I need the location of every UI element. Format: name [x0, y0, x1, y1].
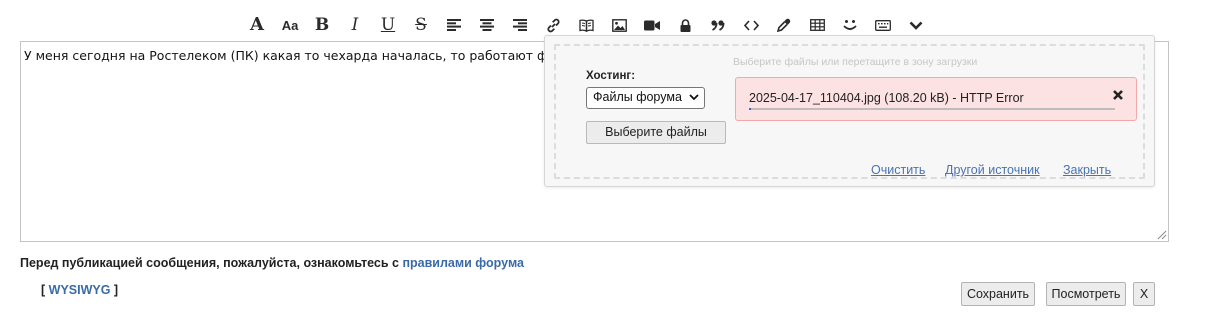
chevron-down-icon [689, 94, 699, 101]
hosting-label: Хостинг: [586, 70, 636, 82]
upload-progress-fill [749, 108, 751, 110]
rules-notice-text: Перед публикацией сообщения, пожалуйста,… [20, 256, 403, 270]
font-family-label: A [250, 14, 264, 35]
upload-file-name: 2025-04-17_110404.jpg (108.20 kB) - HTTP… [749, 91, 1024, 105]
message-text: У меня сегодня на Ростелеком (ПК) какая … [24, 48, 602, 63]
wysiwyg-link[interactable]: WYSIWYG [49, 283, 111, 297]
hosting-select[interactable]: Файлы форума [586, 87, 705, 109]
preview-button[interactable]: Посмотреть [1046, 282, 1126, 306]
italic-button[interactable]: I [344, 12, 366, 38]
bold-label: B [314, 14, 330, 35]
font-size-button[interactable]: Aa [279, 12, 301, 38]
align-left-icon[interactable] [443, 12, 465, 38]
underline-label: U [380, 14, 396, 35]
close-upload-link[interactable]: Закрыть [1063, 163, 1111, 177]
bold-button[interactable]: B [311, 12, 333, 38]
clear-link[interactable]: Очистить [871, 163, 925, 177]
wysiwyg-toggle: [ WYSIWYG ] [41, 283, 118, 297]
italic-label: I [351, 14, 359, 35]
choose-files-button[interactable]: Выберите файлы [586, 121, 726, 144]
remove-file-icon[interactable] [1111, 88, 1125, 102]
upload-dropzone[interactable]: Выберите файлы или перетащите в зону заг… [554, 44, 1145, 179]
close-button[interactable]: X [1133, 282, 1155, 306]
strikethrough-label: S [415, 14, 427, 35]
strikethrough-button[interactable]: S [410, 12, 432, 38]
upload-file-item: 2025-04-17_110404.jpg (108.20 kB) - HTTP… [735, 77, 1137, 121]
other-source-link[interactable]: Другой источник [945, 163, 1040, 177]
upload-progress-bar [749, 108, 1115, 110]
wysiwyg-bracket-open: [ [41, 283, 49, 297]
font-family-button[interactable]: A [246, 12, 268, 38]
font-size-label: Aa [281, 17, 299, 33]
resize-grip-icon[interactable] [1157, 230, 1167, 240]
upload-popup: Выберите файлы или перетащите в зону заг… [544, 35, 1155, 187]
forum-rules-link[interactable]: правилами форума [402, 256, 524, 270]
underline-button[interactable]: U [377, 12, 399, 38]
align-right-icon[interactable] [509, 12, 531, 38]
dropzone-hint: Выберите файлы или перетащите в зону заг… [733, 56, 978, 68]
save-button[interactable]: Сохранить [961, 282, 1035, 306]
rules-notice: Перед публикацией сообщения, пожалуйста,… [20, 256, 524, 270]
align-center-icon[interactable] [476, 12, 498, 38]
hosting-select-value: Файлы форума [593, 90, 682, 104]
wysiwyg-bracket-close: ] [110, 283, 119, 297]
